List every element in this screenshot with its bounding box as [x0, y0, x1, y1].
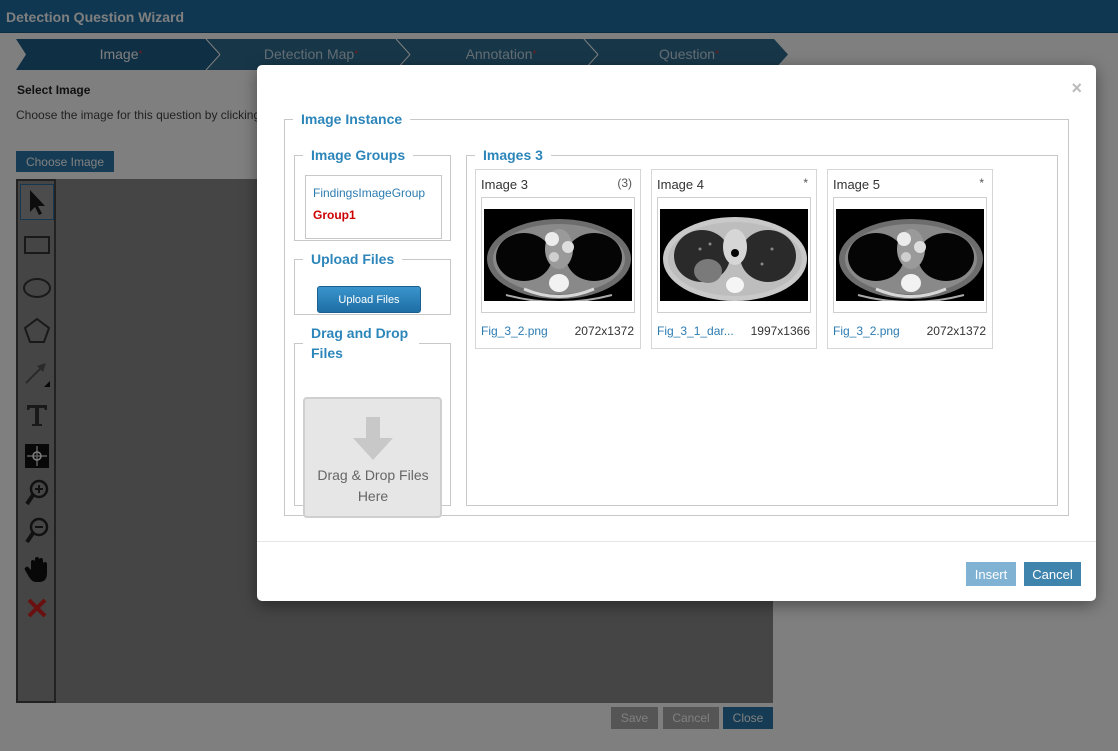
drop-zone-text: Drag & Drop Files Here — [317, 467, 429, 504]
image-card-title: Image 5 — [833, 177, 880, 192]
image-card-flag: (3) — [617, 176, 632, 190]
images-legend: Images 3 — [483, 147, 543, 163]
image-thumbnail[interactable] — [833, 197, 987, 313]
insert-button[interactable]: Insert — [966, 562, 1016, 586]
ct-mediastinal-image — [836, 209, 984, 301]
image-card-flag: * — [979, 176, 984, 190]
image-groups-legend: Image Groups — [311, 147, 406, 163]
list-item-findings-image-group[interactable]: FindingsImageGroup — [313, 182, 434, 204]
cancel-dialog-button[interactable]: Cancel — [1024, 562, 1081, 586]
upload-files-button[interactable]: Upload Files — [317, 286, 421, 313]
image-card-title: Image 3 — [481, 177, 528, 192]
drag-drop-legend: Drag and Drop Files — [311, 325, 409, 361]
image-dimensions: 1997x1366 — [750, 324, 810, 338]
down-arrow-icon — [353, 417, 393, 460]
drag-drop-fieldset: Drag and Drop Files Drag & Drop Files He… — [294, 323, 451, 518]
image-file-name-link[interactable]: Fig_3_2.png — [833, 324, 900, 338]
image-thumbnail[interactable] — [481, 197, 635, 313]
image-dimensions: 2072x1372 — [574, 324, 634, 338]
close-icon[interactable]: × — [1071, 79, 1082, 97]
modal-footer-divider — [257, 541, 1096, 542]
drop-zone[interactable]: Drag & Drop Files Here — [303, 397, 442, 518]
ct-lung-image — [660, 209, 808, 301]
image-thumbnail[interactable] — [657, 197, 811, 313]
upload-files-fieldset: Upload Files Upload Files — [294, 251, 451, 315]
image-card-flag: * — [803, 176, 808, 190]
image-group-list: FindingsImageGroup Group1 — [305, 175, 442, 239]
image-dimensions: 2072x1372 — [926, 324, 986, 338]
image-card[interactable]: Image 3 (3) Fig_3_2.png 2072x1372 — [475, 169, 641, 349]
image-file-name-link[interactable]: Fig_3_1_dar... — [657, 324, 734, 338]
image-card-title: Image 4 — [657, 177, 704, 192]
image-groups-fieldset: Image Groups FindingsImageGroup Group1 — [294, 147, 451, 241]
list-item-group1[interactable]: Group1 — [313, 204, 434, 226]
image-file-name-link[interactable]: Fig_3_2.png — [481, 324, 548, 338]
ct-mediastinal-image — [484, 209, 632, 301]
image-instance-legend: Image Instance — [301, 111, 403, 127]
image-card[interactable]: Image 5 * Fig_3_2.png 2072x1372 — [827, 169, 993, 349]
image-instance-dialog: × Image Instance Image Groups FindingsIm… — [257, 65, 1096, 601]
image-card[interactable]: Image 4 * Fig_3_1_dar... 1997x1366 — [651, 169, 817, 349]
upload-files-legend: Upload Files — [311, 251, 395, 267]
